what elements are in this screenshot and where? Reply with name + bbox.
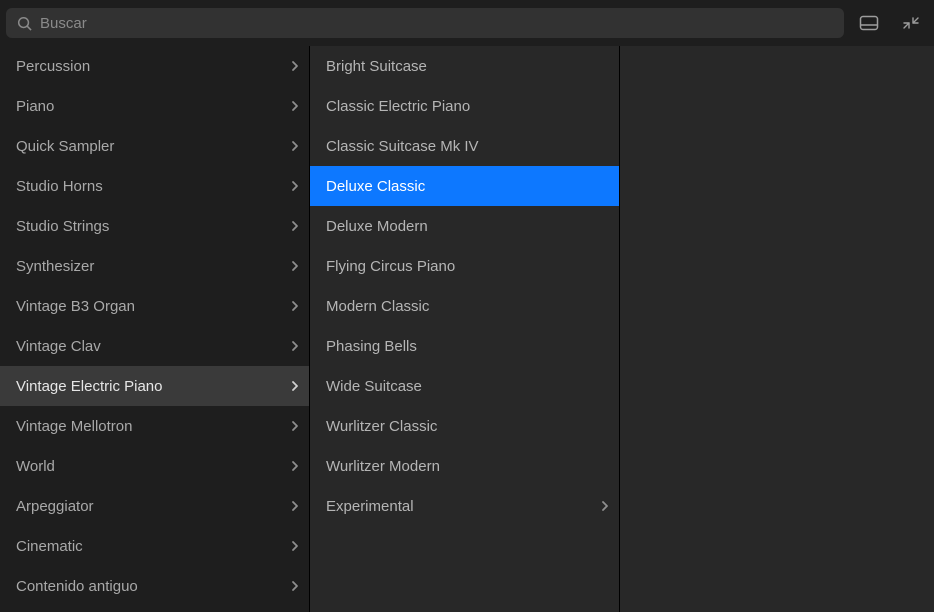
category-item[interactable]: Contenido antiguo [0,566,309,606]
preset-item-label: Phasing Bells [326,338,417,355]
category-item-label: Synthesizer [16,258,94,275]
preset-item[interactable]: Classic Suitcase Mk IV [310,126,619,166]
category-item-label: Vintage Mellotron [16,418,132,435]
chevron-right-icon [291,220,299,232]
chevron-right-icon [291,260,299,272]
category-item-label: World [16,458,55,475]
chevron-right-icon [291,420,299,432]
chevron-right-icon [291,460,299,472]
chevron-right-icon [291,580,299,592]
preset-item[interactable]: Wurlitzer Modern [310,446,619,486]
preset-item-label: Flying Circus Piano [326,258,455,275]
preset-item-label: Deluxe Classic [326,178,425,195]
preset-item[interactable]: Wide Suitcase [310,366,619,406]
category-item-label: Percussion [16,58,90,75]
chevron-right-icon [291,60,299,72]
category-item[interactable]: Percussion [0,46,309,86]
preset-item[interactable]: Deluxe Modern [310,206,619,246]
preset-item[interactable]: Experimental [310,486,619,526]
preset-item[interactable]: Modern Classic [310,286,619,326]
category-item[interactable]: Arpeggiator [0,486,309,526]
category-item-label: Quick Sampler [16,138,114,155]
category-item[interactable]: World [0,446,309,486]
chevron-right-icon [291,540,299,552]
preset-item[interactable]: Deluxe Classic [310,166,619,206]
view-mode-button[interactable] [852,8,886,38]
category-item[interactable]: Quick Sampler [0,126,309,166]
category-item[interactable]: Synthesizer [0,246,309,286]
chevron-right-icon [291,100,299,112]
category-item-label: Arpeggiator [16,498,94,515]
collapse-icon [902,14,920,32]
category-item-label: Vintage Electric Piano [16,378,162,395]
chevron-right-icon [291,340,299,352]
chevron-right-icon [601,500,609,512]
preset-item[interactable]: Bright Suitcase [310,46,619,86]
search-input[interactable] [40,15,834,32]
preset-item-label: Experimental [326,498,414,515]
preset-item-label: Deluxe Modern [326,218,428,235]
preset-item-label: Modern Classic [326,298,429,315]
chevron-right-icon [291,180,299,192]
category-column: Percussion Piano Quick Sampler Studio Horns… [0,46,310,612]
search-field[interactable] [6,8,844,38]
category-item-label: Vintage B3 Organ [16,298,135,315]
category-item-label: Contenido antiguo [16,578,138,595]
category-item-label: Vintage Clav [16,338,101,355]
category-item-label: Piano [16,98,54,115]
category-item-label: Studio Strings [16,218,109,235]
preset-item[interactable]: Flying Circus Piano [310,246,619,286]
preset-item-label: Wide Suitcase [326,378,422,395]
category-item[interactable]: Studio Horns [0,166,309,206]
search-icon [16,15,32,31]
category-item-label: Studio Horns [16,178,103,195]
preset-item-label: Wurlitzer Classic [326,418,437,435]
category-item[interactable]: Vintage B3 Organ [0,286,309,326]
preset-item-label: Wurlitzer Modern [326,458,440,475]
category-item-label: Cinematic [16,538,83,555]
chevron-right-icon [291,500,299,512]
category-item[interactable]: Vintage Clav [0,326,309,366]
category-item[interactable]: Vintage Mellotron [0,406,309,446]
preset-item-label: Bright Suitcase [326,58,427,75]
category-item[interactable]: Studio Strings [0,206,309,246]
preset-column: Bright Suitcase Classic Electric Piano Cla… [310,46,620,612]
category-item[interactable]: Piano [0,86,309,126]
preset-item[interactable]: Phasing Bells [310,326,619,366]
preset-item-label: Classic Electric Piano [326,98,470,115]
panel-icon [859,15,879,31]
chevron-right-icon [291,380,299,392]
detail-column [620,46,934,612]
chevron-right-icon [291,300,299,312]
browser-columns: Percussion Piano Quick Sampler Studio Horns… [0,46,934,612]
preset-item[interactable]: Classic Electric Piano [310,86,619,126]
toolbar [0,0,934,46]
chevron-right-icon [291,140,299,152]
collapse-button[interactable] [894,8,928,38]
category-item[interactable]: Cinematic [0,526,309,566]
preset-item[interactable]: Wurlitzer Classic [310,406,619,446]
category-item[interactable]: Vintage Electric Piano [0,366,309,406]
preset-item-label: Classic Suitcase Mk IV [326,138,479,155]
